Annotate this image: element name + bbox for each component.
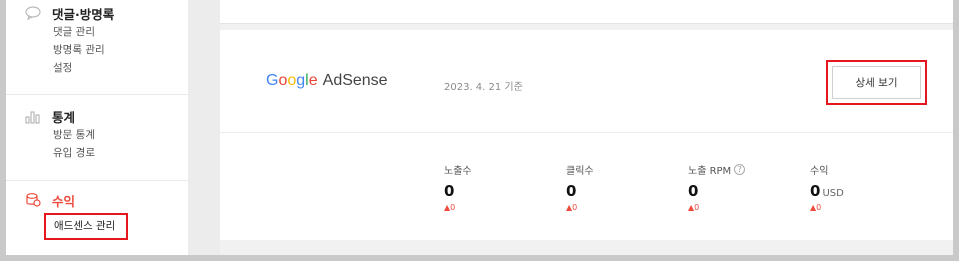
main-content: Google AdSense 2023. 4. 21 기준 상세 보기 노출수 0… xyxy=(220,0,953,255)
stat-delta: ▲0 xyxy=(444,203,456,212)
sidebar-item-adsense-management[interactable]: 애드센스 관리 xyxy=(44,213,128,240)
stat-clicks: 클릭수 0 ▲0 xyxy=(566,162,676,213)
detail-button-highlight: 상세 보기 xyxy=(826,60,927,105)
as-of-date: 2023. 4. 21 기준 xyxy=(444,82,523,93)
stat-revenue: 수익 0 USD ▲0 xyxy=(810,162,920,213)
app-frame: 댓글·방명록 댓글 관리 방명록 관리 설정 통계 방문 통계 유입 경로 수익… xyxy=(6,0,953,255)
sidebar-gutter xyxy=(188,0,220,255)
sidebar-section-stats: 통계 방문 통계 유입 경로 xyxy=(24,106,184,162)
stat-delta: ▲0 xyxy=(688,203,700,212)
logo-letter: g xyxy=(296,72,306,89)
sidebar-item-stats[interactable]: 통계 xyxy=(24,106,184,126)
view-details-button[interactable]: 상세 보기 xyxy=(832,66,921,99)
sidebar: 댓글·방명록 댓글 관리 방명록 관리 설정 통계 방문 통계 유입 경로 수익… xyxy=(6,0,188,255)
stat-number: 0 xyxy=(444,182,455,200)
stat-label: 노출수 xyxy=(444,165,472,177)
adsense-logo: Google AdSense xyxy=(266,72,388,90)
logo-letter: e xyxy=(308,72,318,89)
stat-number: 0 xyxy=(810,182,821,200)
help-icon[interactable]: ? xyxy=(734,163,746,175)
sidebar-divider xyxy=(6,180,188,181)
sidebar-item-referrers[interactable]: 유입 경로 xyxy=(24,144,184,162)
stat-label: 클릭수 xyxy=(566,165,594,177)
stat-rpm: 노출 RPM ? 0 ▲0 xyxy=(688,162,798,212)
coins-icon xyxy=(24,192,42,208)
logo-letter: G xyxy=(266,72,279,89)
sidebar-item-visit-stats[interactable]: 방문 통계 xyxy=(24,126,184,144)
sidebar-section-title: 수익 xyxy=(52,193,76,209)
stat-value: 0 xyxy=(444,182,554,202)
stat-label: 노출 RPM xyxy=(688,165,732,177)
sidebar-item-manage-guestbook[interactable]: 방명록 관리 xyxy=(24,41,184,59)
sidebar-section-title: 댓글·방명록 xyxy=(52,6,115,22)
sidebar-item-revenue[interactable]: 수익 xyxy=(24,190,184,210)
stat-delta: ▲0 xyxy=(566,203,578,212)
logo-product-name: AdSense xyxy=(322,72,388,89)
adsense-card-header: Google AdSense 2023. 4. 21 기준 상세 보기 xyxy=(220,30,953,133)
stat-delta: ▲0 xyxy=(810,203,822,212)
stat-value: 0 xyxy=(566,182,676,202)
sidebar-section-title: 통계 xyxy=(52,109,76,125)
adsense-card: Google AdSense 2023. 4. 21 기준 상세 보기 노출수 0… xyxy=(220,30,953,240)
stat-value: 0 USD xyxy=(810,182,920,202)
previous-card-bottom xyxy=(220,0,953,24)
sidebar-item-comments-guestbook[interactable]: 댓글·방명록 xyxy=(24,3,184,23)
stat-number: 0 xyxy=(566,182,577,200)
sidebar-section-revenue: 수익 xyxy=(24,190,184,210)
adsense-stats: 노출수 0 ▲0 클릭수 0 ▲0 노출 RPM ? 0 ▲0 수익 0 USD… xyxy=(220,134,953,240)
sidebar-section-comments: 댓글·방명록 댓글 관리 방명록 관리 설정 xyxy=(24,3,184,77)
sidebar-divider xyxy=(6,94,188,95)
sidebar-item-manage-comments[interactable]: 댓글 관리 xyxy=(24,23,184,41)
stat-value: 0 xyxy=(688,182,798,202)
stat-number: 0 xyxy=(688,182,699,200)
sidebar-item-settings[interactable]: 설정 xyxy=(24,59,184,77)
logo-letter: o xyxy=(287,72,297,89)
stat-label: 수익 xyxy=(810,165,829,177)
stat-impressions: 노출수 0 ▲0 xyxy=(444,162,554,213)
stat-unit: USD xyxy=(822,188,844,199)
stat-label-row: 노출 RPM ? xyxy=(688,162,798,177)
bar-chart-icon xyxy=(24,108,42,124)
speech-bubble-icon xyxy=(24,5,42,21)
